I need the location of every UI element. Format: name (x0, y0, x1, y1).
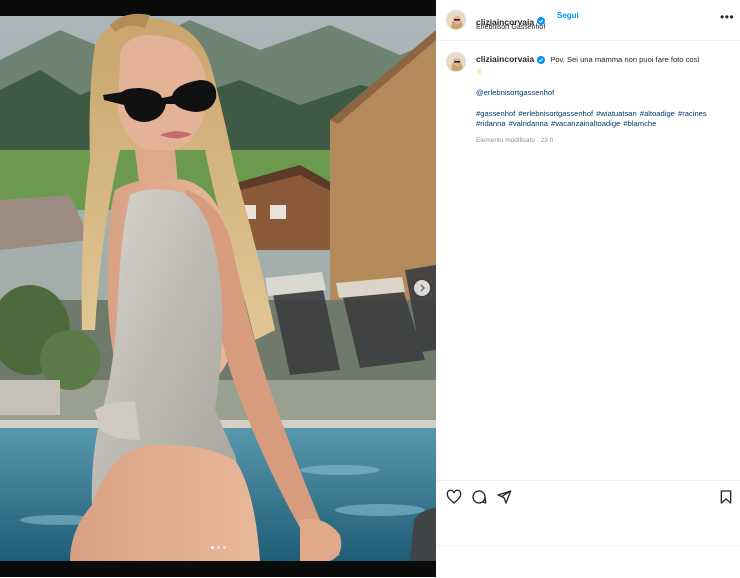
hashtag-list[interactable]: #gassenhof #erlebnisortgassenhof #wiatua… (476, 109, 730, 130)
carousel-dot (210, 546, 214, 549)
carousel-dot (222, 546, 226, 549)
follow-button[interactable]: Segui (557, 11, 579, 20)
caption-username[interactable]: cliziaincorvaia (476, 54, 534, 64)
avatar[interactable] (446, 52, 466, 72)
caption-text: Pov. Sei una mamma non puoi fare foto co… (550, 55, 700, 64)
carousel-dot (216, 546, 220, 549)
verified-badge-icon (537, 56, 546, 64)
action-bar (436, 480, 740, 511)
avatar[interactable] (446, 10, 466, 30)
heart-icon[interactable] (446, 489, 462, 505)
post-header: cliziaincorvaia Segui Erlebnisort Gassen… (436, 0, 740, 41)
carousel-indicator (0, 546, 436, 549)
comment-area (436, 545, 740, 578)
comment-icon[interactable] (471, 489, 487, 505)
share-icon[interactable] (496, 489, 512, 505)
post-side-panel: cliziaincorvaia Segui Erlebnisort Gassen… (436, 0, 740, 577)
location-link[interactable]: Erlebnisort Gassenhof (476, 24, 545, 31)
post-photo (0, 0, 436, 577)
post-meta: Elemento modificato · 23 h (476, 136, 554, 144)
carousel-next-button[interactable] (414, 280, 430, 296)
bookmark-icon[interactable] (718, 489, 734, 505)
mention-link[interactable]: @erlebnisortgassenhof (476, 88, 730, 99)
chevron-right-icon (420, 284, 425, 292)
ellipsis-icon[interactable]: ••• (720, 11, 734, 23)
instagram-post-dialog: cliziaincorvaia Segui Erlebnisort Gassen… (0, 0, 740, 577)
victory-hand-icon: ✌ (476, 66, 484, 77)
avatar-image (447, 11, 465, 29)
post-media[interactable] (0, 0, 436, 577)
avatar-image (447, 53, 465, 71)
